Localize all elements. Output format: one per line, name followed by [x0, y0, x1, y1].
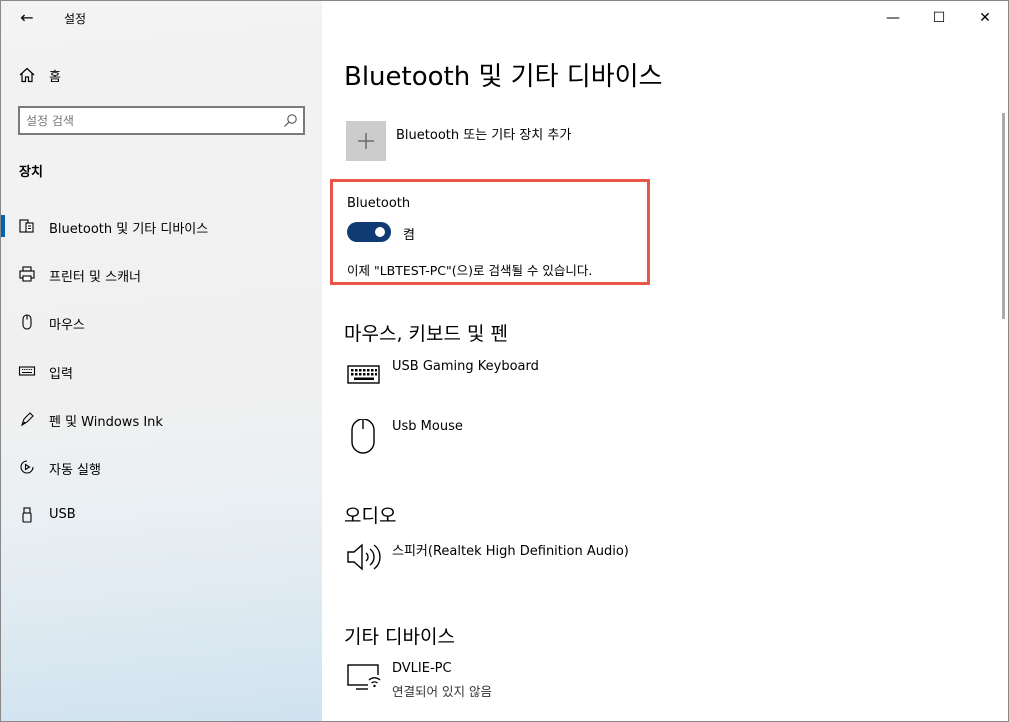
keyboard-icon	[347, 365, 380, 384]
sidebar-item-autoplay[interactable]: 자동 실행	[1, 449, 322, 497]
device-network-pc[interactable]: DVLIE-PC 연결되어 있지 않음	[346, 661, 946, 705]
usb-icon	[22, 507, 32, 523]
sidebar: ← 설정 홈 장치	[1, 1, 322, 721]
autoplay-icon	[20, 460, 34, 474]
page-title: Bluetooth 및 기타 디바이스	[344, 62, 663, 92]
keyboard-icon	[18, 366, 36, 376]
toggle-knob	[375, 227, 385, 237]
device-name: USB Gaming Keyboard	[392, 359, 539, 374]
device-name: 스피커(Realtek High Definition Audio)	[392, 544, 629, 559]
bluetooth-section: Bluetooth 켬 이제 "LBTEST-PC"(으)로 검색될 수 있습니…	[330, 179, 650, 285]
device-mouse[interactable]: Usb Mouse	[346, 419, 946, 463]
sidebar-item-label: 자동 실행	[49, 462, 101, 478]
sidebar-nav: Bluetooth 및 기타 디바이스 프린터 및 스캐너 마우스 입력 펜 및…	[1, 208, 322, 545]
sidebar-item-mouse[interactable]: 마우스	[1, 304, 322, 352]
sidebar-item-label: 프린터 및 스캐너	[49, 270, 141, 286]
home-icon	[19, 67, 35, 83]
search-input[interactable]	[26, 111, 276, 131]
search-box[interactable]	[18, 106, 305, 135]
window-controls: — ☐ ✕	[870, 1, 1008, 35]
settings-window: ← 설정 홈 장치	[0, 0, 1009, 722]
device-speaker[interactable]: 스피커(Realtek High Definition Audio)	[346, 540, 946, 584]
selection-indicator	[1, 215, 5, 237]
device-status: 연결되어 있지 않음	[392, 684, 492, 699]
sidebar-item-input[interactable]: 입력	[1, 353, 322, 401]
discoverable-text: 이제 "LBTEST-PC"(으)로 검색될 수 있습니다.	[347, 263, 593, 278]
speaker-icon	[347, 543, 381, 571]
add-device-button[interactable]: Bluetooth 또는 기타 장치 추가	[346, 121, 746, 161]
mouse-icon	[22, 314, 32, 330]
sidebar-item-label: 펜 및 Windows Ink	[49, 414, 163, 430]
app-title: 설정	[64, 12, 87, 26]
group-title-input-devices: 마우스, 키보드 및 펜	[344, 323, 508, 345]
device-keyboard[interactable]: USB Gaming Keyboard	[346, 359, 946, 403]
device-name: DVLIE-PC	[392, 661, 452, 676]
sidebar-item-label: 마우스	[49, 318, 85, 334]
close-button[interactable]: ✕	[962, 1, 1008, 35]
section-label: 장치	[19, 165, 43, 180]
plus-icon	[358, 133, 374, 149]
bluetooth-toggle[interactable]	[347, 222, 391, 242]
sidebar-item-home[interactable]: 홈	[1, 61, 322, 89]
add-tile	[346, 121, 386, 161]
device-name: Usb Mouse	[392, 419, 463, 434]
main-pane: — ☐ ✕ Bluetooth 및 기타 디바이스 Bluetooth 또는 기…	[322, 1, 1008, 721]
sidebar-item-pen[interactable]: 펜 및 Windows Ink	[1, 401, 322, 449]
sidebar-item-printers[interactable]: 프린터 및 스캐너	[1, 256, 322, 304]
bluetooth-state-label: 켬	[403, 228, 415, 243]
sidebar-item-label: 입력	[49, 366, 73, 382]
search-icon[interactable]	[282, 113, 298, 129]
sidebar-item-usb[interactable]: USB	[1, 497, 322, 545]
title-bar: ← 설정	[1, 1, 322, 35]
maximize-button[interactable]: ☐	[916, 1, 962, 35]
home-label: 홈	[49, 70, 61, 85]
pen-icon	[21, 411, 34, 426]
back-button[interactable]: ←	[15, 7, 39, 29]
group-title-other-devices: 기타 디바이스	[344, 626, 455, 648]
sidebar-item-bluetooth[interactable]: Bluetooth 및 기타 디바이스	[1, 208, 322, 256]
scrollbar[interactable]	[1002, 113, 1005, 319]
mouse-icon	[351, 419, 375, 454]
sidebar-item-label: Bluetooth 및 기타 디바이스	[49, 222, 209, 237]
group-title-audio: 오디오	[344, 505, 397, 527]
network-pc-icon	[347, 664, 381, 690]
sidebar-item-label: USB	[49, 507, 76, 523]
minimize-button[interactable]: —	[870, 1, 916, 35]
add-device-label: Bluetooth 또는 기타 장치 추가	[396, 128, 572, 143]
bluetooth-title: Bluetooth	[347, 196, 411, 211]
printer-icon	[19, 266, 35, 282]
bluetooth-devices-icon	[19, 219, 34, 233]
